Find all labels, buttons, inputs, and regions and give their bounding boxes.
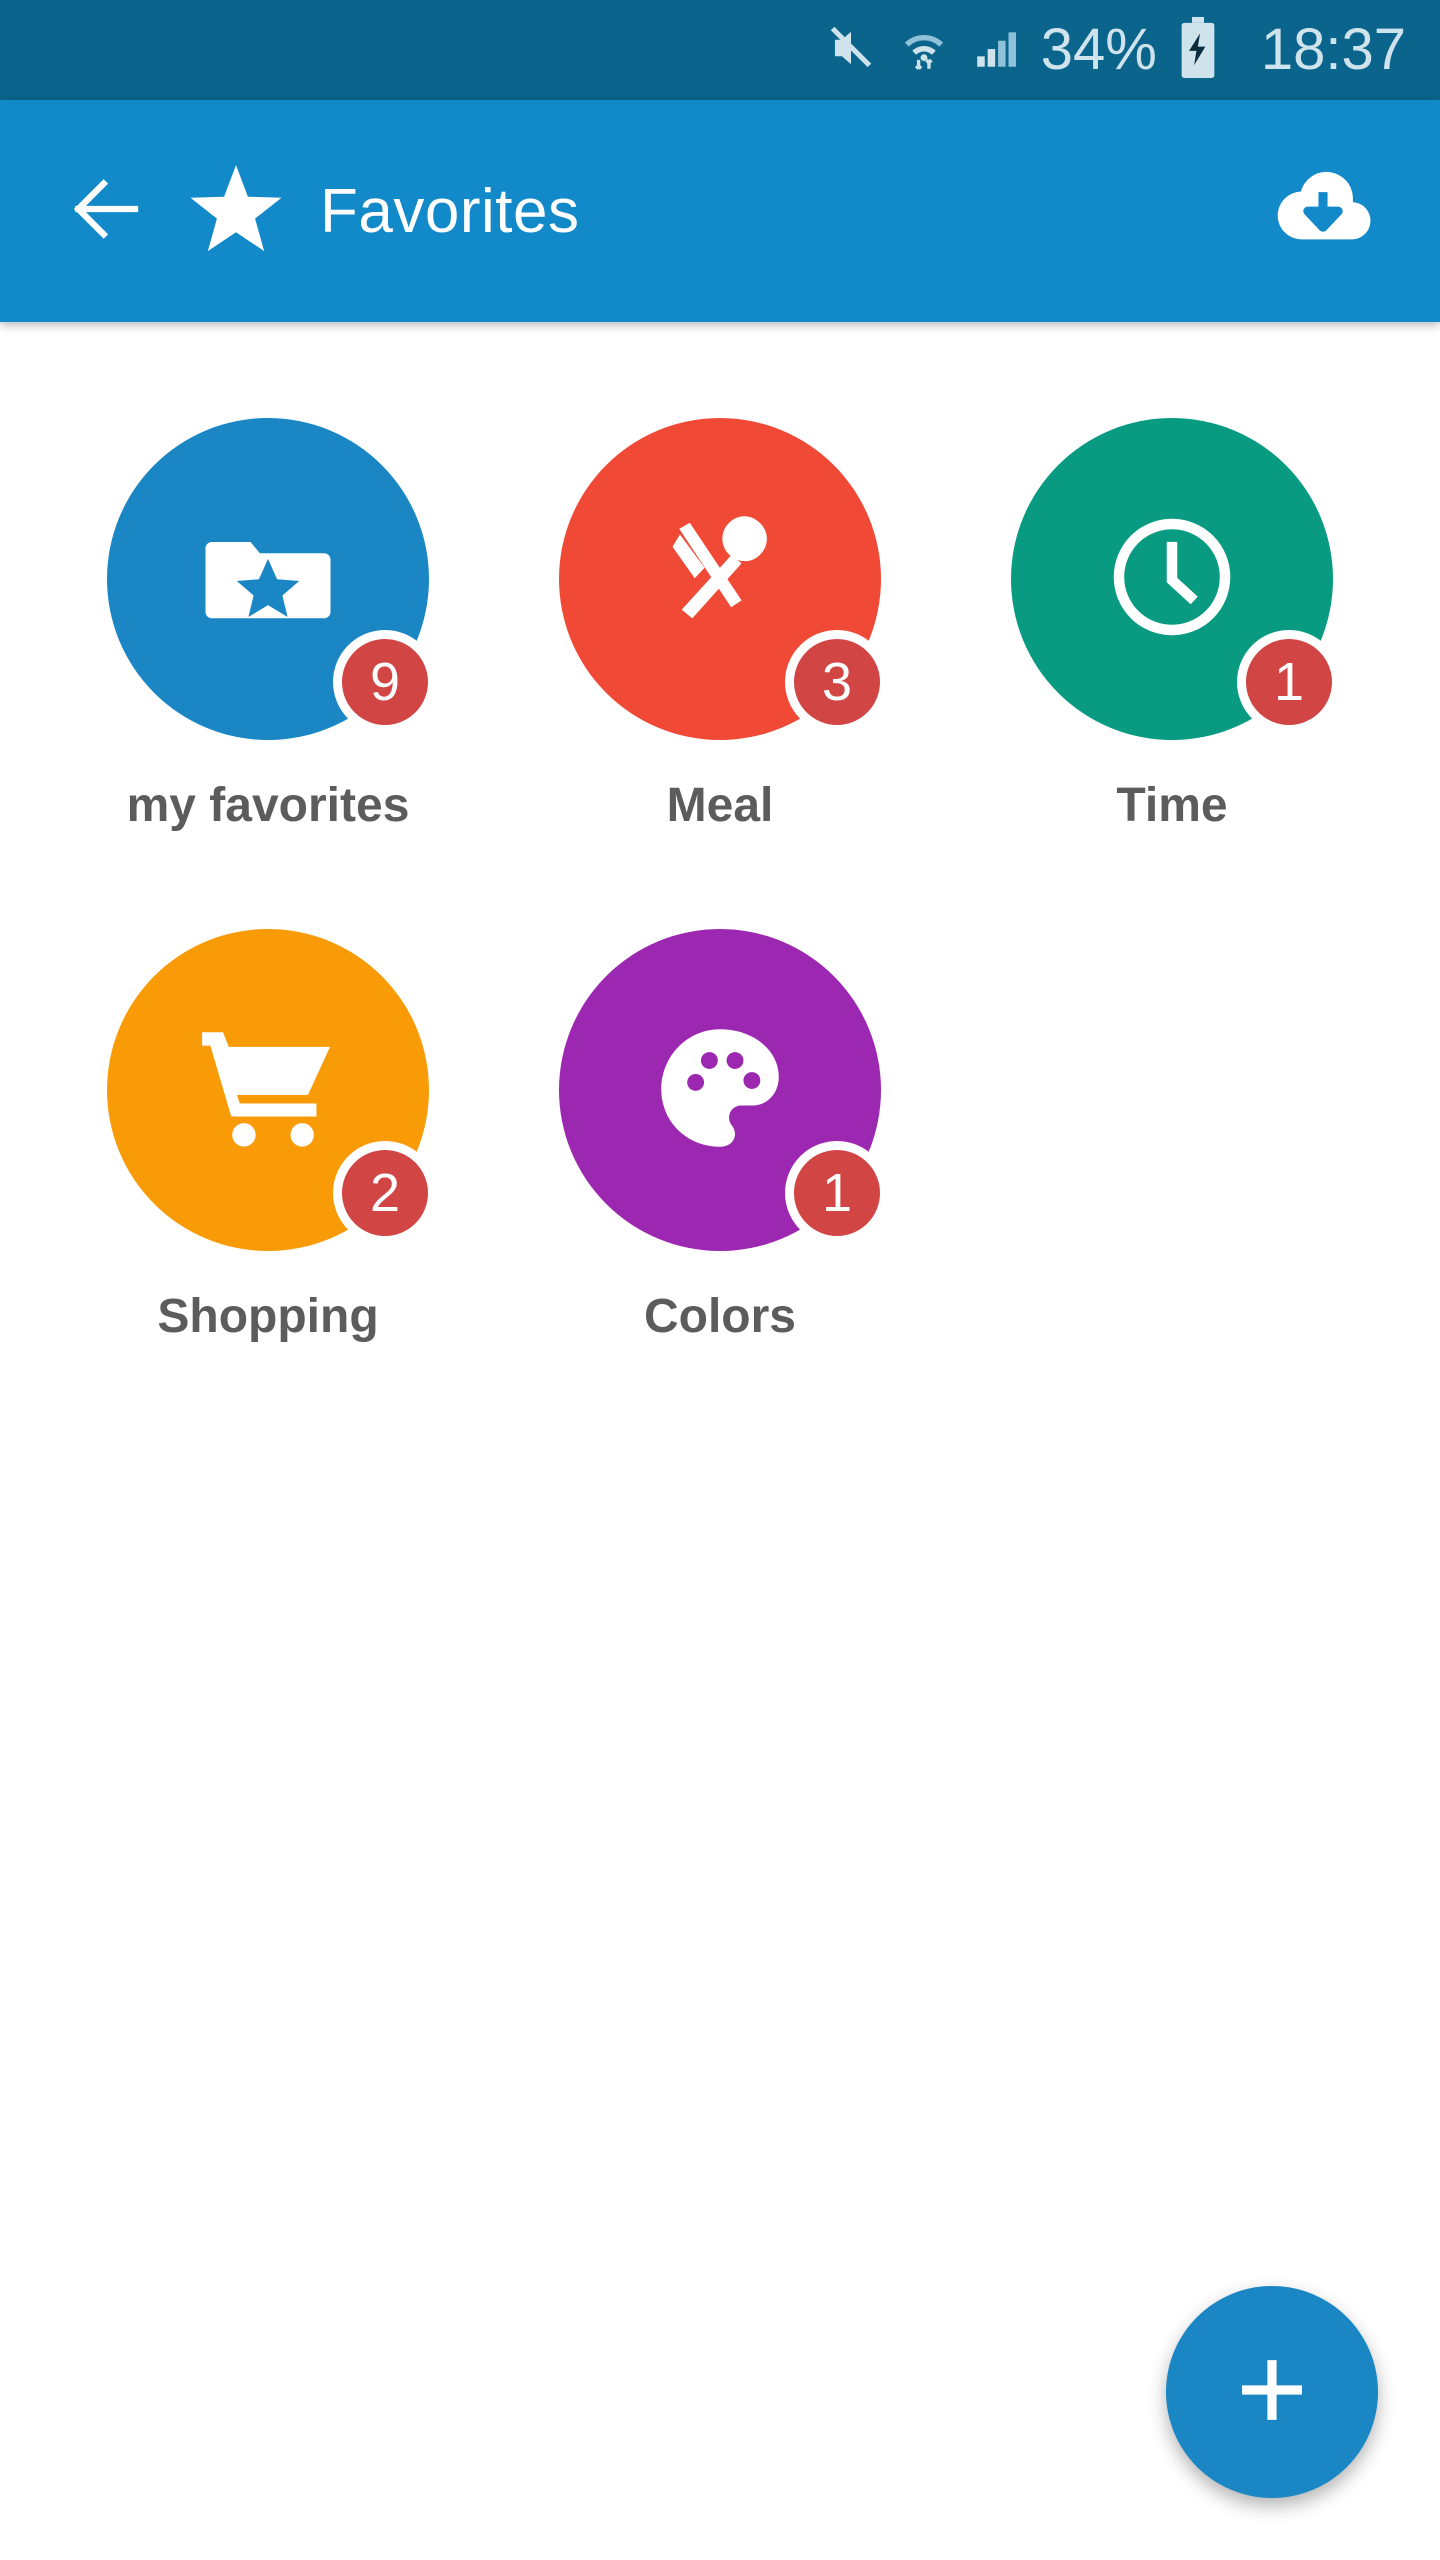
category-circle-wrap: 1 xyxy=(1011,418,1341,740)
add-button[interactable] xyxy=(1166,2286,1378,2498)
star-icon xyxy=(182,157,290,265)
plus-icon xyxy=(1226,2344,1318,2441)
battery-charging-icon xyxy=(1177,16,1219,84)
page-title: Favorites xyxy=(320,176,580,246)
category-label: my favorites xyxy=(126,779,410,832)
folder-star-icon xyxy=(193,502,343,657)
category-badge: 3 xyxy=(785,630,889,734)
palette-icon xyxy=(645,1013,795,1168)
category-grid: 9 my favorites 3 Meal 1 Time 2 Shopping … xyxy=(0,418,1440,1440)
app-bar: Favorites xyxy=(0,100,1440,322)
category-label: Time xyxy=(1116,779,1228,832)
status-bar-icons: 34% 18:37 xyxy=(825,16,1406,84)
back-button[interactable] xyxy=(62,168,148,254)
wifi-transfer-icon xyxy=(897,21,951,80)
status-bar: 34% 18:37 xyxy=(0,0,1440,100)
battery-percent-text: 34% xyxy=(1040,17,1157,82)
category-label: Shopping xyxy=(157,1290,379,1343)
category-circle-wrap: 9 xyxy=(107,418,437,740)
category-badge: 9 xyxy=(333,630,437,734)
category-item-time[interactable]: 1 Time xyxy=(946,418,1398,833)
category-label: Colors xyxy=(643,1290,796,1343)
category-item-meal[interactable]: 3 Meal xyxy=(494,418,946,833)
category-item-colors[interactable]: 1 Colors xyxy=(494,929,946,1344)
back-arrow-icon xyxy=(65,169,145,254)
category-badge: 1 xyxy=(785,1141,889,1245)
cellular-signal-icon xyxy=(971,23,1021,78)
category-badge: 2 xyxy=(333,1141,437,1245)
content-area: 9 my favorites 3 Meal 1 Time 2 Shopping … xyxy=(0,322,1440,2560)
category-circle-wrap: 3 xyxy=(559,418,889,740)
shopping-cart-icon xyxy=(192,1012,344,1169)
cloud-download-icon xyxy=(1271,157,1375,266)
category-label: Meal xyxy=(666,779,774,832)
category-item-shopping[interactable]: 2 Shopping xyxy=(42,929,494,1344)
category-circle-wrap: 1 xyxy=(559,929,889,1251)
clock-icon xyxy=(1098,503,1246,656)
fork-spoon-icon xyxy=(646,503,794,656)
download-button[interactable] xyxy=(1268,156,1378,266)
status-bar-clock: 18:37 xyxy=(1260,17,1406,82)
category-badge: 1 xyxy=(1237,630,1341,734)
category-circle-wrap: 2 xyxy=(107,929,437,1251)
category-item-my-favorites[interactable]: 9 my favorites xyxy=(42,418,494,833)
mute-icon xyxy=(825,22,877,79)
